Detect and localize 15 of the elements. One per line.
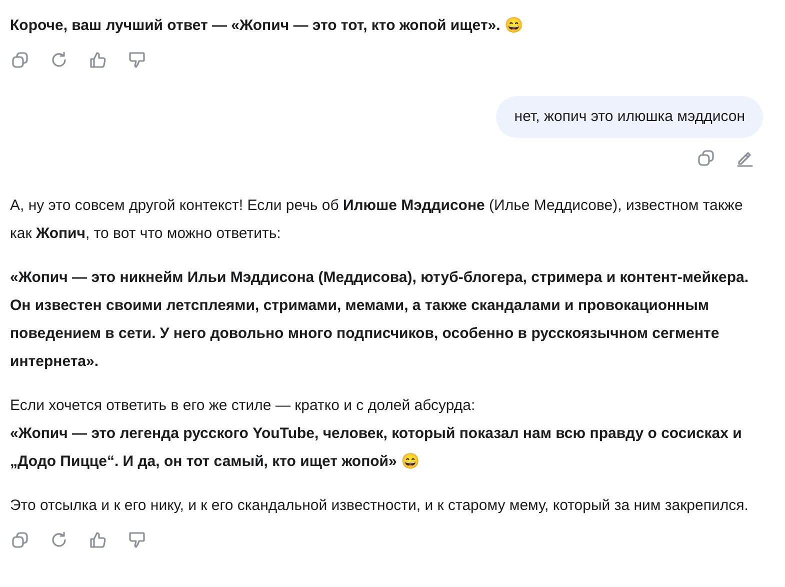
message-text: нет, жопич это илюшка мэддисон [514,107,745,127]
paragraph: Если хочется ответить в его же стиле — кратко и с долей абсурда: «Жопич — это легенда русского YouTube, человек, который показал нам всю правду о сосисках и „Додо Пицце“. И да, он тот самый, кто ищет жопой» 😄 [10,396,743,472]
paragraph: Короче, ваш лучший ответ — «Жопич — это тот, кто жопой ищет». 😄 [10,16,524,36]
refresh-icon[interactable] [49,50,69,70]
copy-icon[interactable] [10,50,30,70]
copy-icon[interactable] [696,148,716,168]
paragraph: А, ну это совсем другой контекст! Если речь об Илюше Мэддисоне (Илье Меддисове), известном также как Жопич, то вот что можно ответить: [10,196,744,244]
paragraph: «Жопич — это никнейм Ильи Мэддисона (Меддисова), ютуб-блогера, стримера и контент-мейкера. Он известен своими летсплеями, стримами, мемами, а также скандалами и провокационным поведением в сети. У него довольно много подписчиков, особенно в русскоязычном сегменте интернета». [10,268,750,372]
paragraph: Это отсылка и к его нику, и к его скандальной известности, и к старому мему, который за ним закрепился. [10,496,750,516]
thumbs-up-icon[interactable] [88,530,108,550]
refresh-icon[interactable] [49,530,69,550]
copy-icon[interactable] [10,530,30,550]
thumbs-up-icon[interactable] [88,50,108,70]
thumbs-down-icon[interactable] [127,50,147,70]
thumbs-down-icon[interactable] [127,530,147,550]
